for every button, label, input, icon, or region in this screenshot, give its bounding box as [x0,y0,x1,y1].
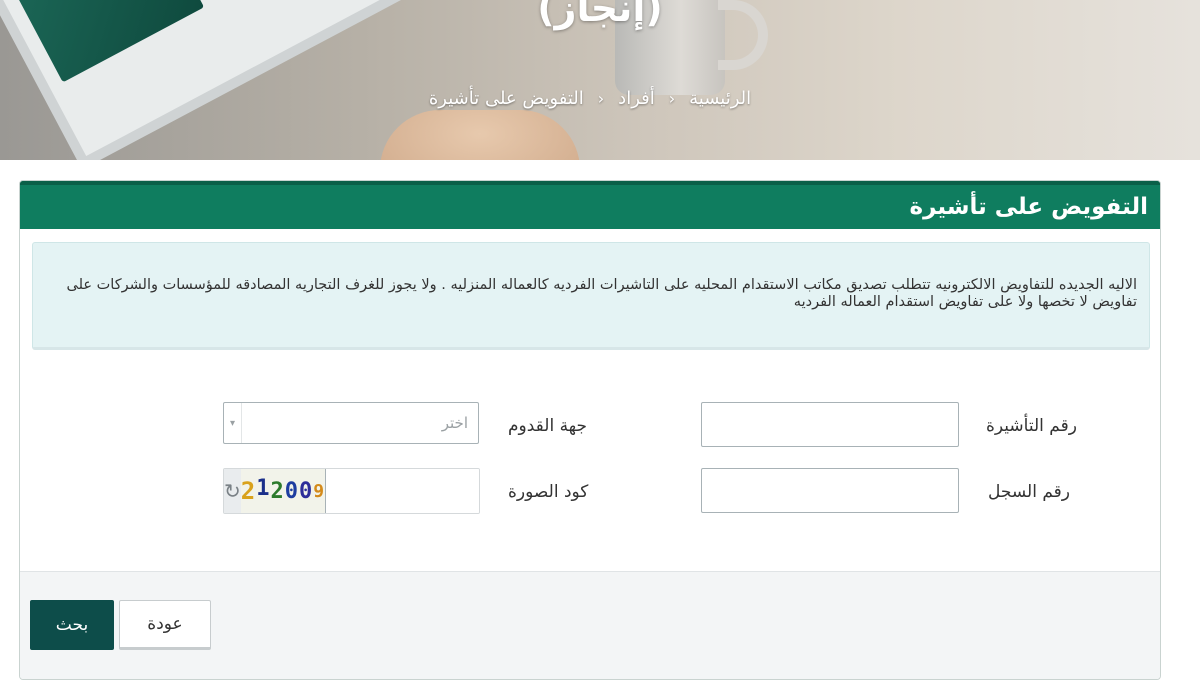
card-footer: بحث عودة [20,571,1160,679]
chevron-left-icon: ‹ [597,89,605,108]
arrival-label: جهة القدوم [508,416,588,436]
card-header: التفويض على تأشيرة [20,181,1160,229]
chevron-left-icon: ‹ [668,89,676,108]
chevron-down-icon: ▾ [224,403,242,443]
visa-number-input[interactable] [701,402,959,447]
arrival-select[interactable]: اختر ▾ [223,402,479,444]
hand-image [380,110,580,160]
breadcrumb: الرئيسية ‹ أفراد ‹ التفويض على تأشيرة [0,88,1180,109]
back-button[interactable]: عودة [119,600,211,650]
hero-banner: (إنجاز) الرئيسية ‹ أفراد ‹ التفويض على ت… [0,0,1200,160]
record-number-label: رقم السجل [988,482,1070,502]
visa-number-label: رقم التأشيرة [986,416,1077,436]
record-number-input[interactable] [701,468,959,513]
arrival-select-value: اختر [441,414,468,432]
captcha-input[interactable] [325,469,479,513]
captcha-digit: 0 [284,478,299,504]
captcha-digit: 9 [313,480,326,502]
captcha-image: 2 1 2 0 0 9 [240,469,326,513]
search-button[interactable]: بحث [30,600,114,650]
captcha-group: ↻ 2 1 2 0 0 9 [223,468,480,514]
captcha-label: كود الصورة [508,482,589,502]
card-title: التفويض على تأشيرة [909,194,1148,220]
hero-title: (إنجاز) [537,0,663,30]
captcha-digit: 2 [270,478,285,504]
breadcrumb-current: التفويض على تأشيرة [428,88,584,109]
breadcrumb-home[interactable]: الرئيسية [689,88,751,109]
captcha-digit: 2 [240,477,257,505]
info-notice: الاليه الجديده للتفاويض الالكترونيه تتطل… [32,242,1150,350]
captcha-digit: 0 [298,478,314,504]
search-form: رقم التأشيرة جهة القدوم اختر ▾ رقم السجل… [20,351,1160,571]
visa-delegation-card: التفويض على تأشيرة الاليه الجديده للتفاو… [19,180,1161,680]
refresh-icon[interactable]: ↻ [224,469,241,513]
captcha-digit: 1 [256,475,271,501]
breadcrumb-individuals[interactable]: أفراد [618,88,655,109]
